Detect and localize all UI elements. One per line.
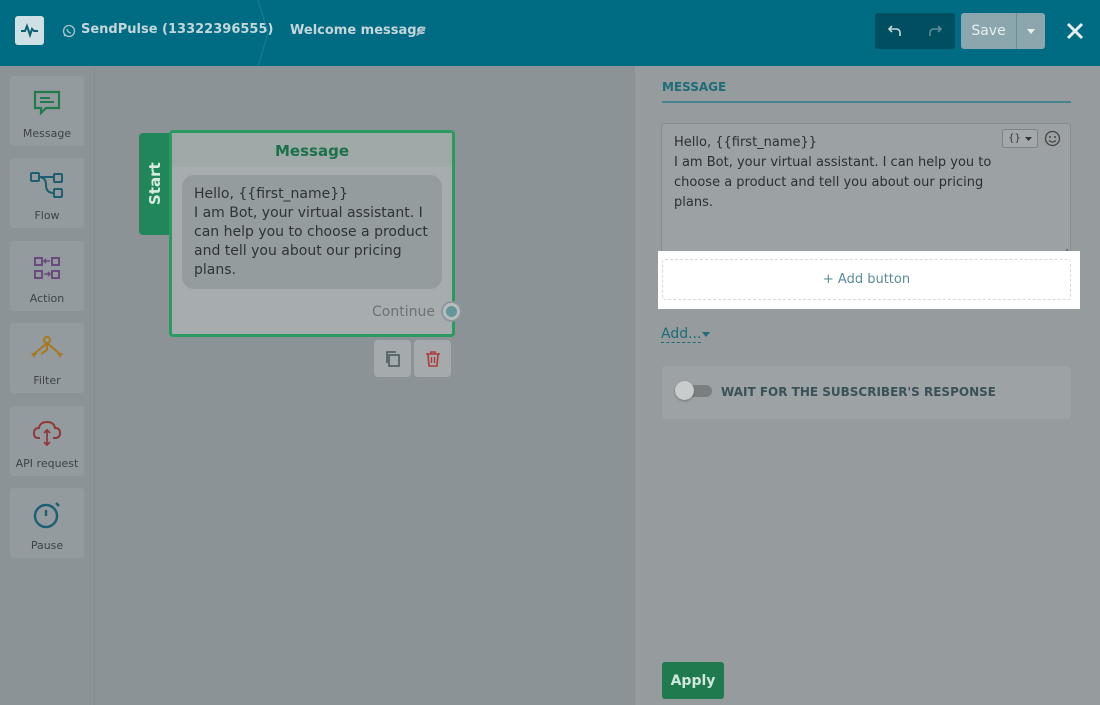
close-button[interactable] <box>1063 18 1087 44</box>
toolbar-item-label: Flow <box>34 209 60 222</box>
panel-heading: MESSAGE <box>662 80 727 94</box>
toolbar-item-label: Message <box>22 127 72 140</box>
toolbar-item-label: Filter <box>33 374 61 387</box>
whatsapp-icon <box>62 24 76 38</box>
filter-icon <box>30 333 64 367</box>
redo-icon <box>929 25 942 36</box>
flow-name: Welcome message <box>290 23 426 38</box>
start-tab: Start <box>139 133 173 235</box>
start-label: Start <box>146 162 164 205</box>
emoji-icon[interactable] <box>1044 130 1061 147</box>
wait-response-option: WAIT FOR THE SUBSCRIBER'S RESPONSE <box>662 366 1071 419</box>
toolbar-item-pause[interactable]: Pause <box>10 488 84 558</box>
cloud-icon <box>30 416 64 450</box>
output-connector[interactable] <box>441 301 462 322</box>
toolbar-item-flow[interactable]: Flow <box>10 158 84 228</box>
action-icon <box>30 251 64 285</box>
message-text-area[interactable]: Hello, {{first_name}} I am Bot, your vir… <box>661 123 1071 259</box>
message-node[interactable]: Message Hello, {{first_name}} I am Bot, … <box>169 130 455 337</box>
top-bar: SendPulse (13322396555) Welcome message … <box>0 0 1100 66</box>
node-message-bubble[interactable]: Hello, {{first_name}} I am Bot, your vir… <box>182 175 442 289</box>
toolbar-item-label: Action <box>29 292 65 305</box>
toggle-knob[interactable] <box>675 381 694 400</box>
message-text[interactable]: Hello, {{first_name}} I am Bot, your vir… <box>674 133 994 213</box>
variable-braces-icon: {} <box>1008 133 1021 144</box>
add-content-link[interactable]: Add... <box>661 326 702 343</box>
toolbar-item-filter[interactable]: Filter <box>10 323 84 393</box>
toolbar-item-message[interactable]: Message <box>10 76 84 146</box>
continue-label: Continue <box>372 304 435 320</box>
wait-response-label: WAIT FOR THE SUBSCRIBER'S RESPONSE <box>721 385 996 399</box>
trash-icon <box>425 350 440 367</box>
chevron-down-icon <box>1024 136 1032 141</box>
duplicate-node-button[interactable] <box>374 340 411 377</box>
flow-icon <box>30 168 64 202</box>
history-controls <box>875 13 955 49</box>
toolbar-item-action[interactable]: Action <box>10 241 84 311</box>
undo-button[interactable] <box>875 13 915 49</box>
toolbar-item-label: Pause <box>30 539 64 552</box>
element-toolbar: Message Flow Action Filter API request P… <box>0 66 95 705</box>
copy-icon <box>385 350 400 367</box>
message-icon <box>30 86 64 120</box>
pencil-icon[interactable] <box>414 24 428 38</box>
undo-icon <box>888 25 901 36</box>
panel-heading-underline <box>662 101 1071 103</box>
bot-name[interactable]: SendPulse (13322396555) <box>81 22 273 37</box>
save-options-button[interactable] <box>1016 13 1045 49</box>
node-title: Message <box>172 133 452 167</box>
toolbar-item-label: API request <box>15 457 79 470</box>
timer-icon <box>30 498 64 532</box>
save-button[interactable]: Save <box>961 13 1016 49</box>
toolbar-item-api-request[interactable]: API request <box>10 406 84 476</box>
sendpulse-logo-icon[interactable] <box>15 16 44 45</box>
close-icon <box>1066 22 1084 40</box>
apply-button[interactable]: Apply <box>662 662 724 699</box>
add-button-button[interactable]: + Add button <box>662 259 1071 300</box>
chevron-down-icon[interactable] <box>702 332 710 337</box>
breadcrumb-separator <box>257 0 269 66</box>
insert-variable-button[interactable]: {} <box>1002 129 1038 148</box>
delete-node-button[interactable] <box>414 340 451 377</box>
redo-button[interactable] <box>915 13 955 49</box>
chevron-down-icon <box>1027 28 1035 34</box>
